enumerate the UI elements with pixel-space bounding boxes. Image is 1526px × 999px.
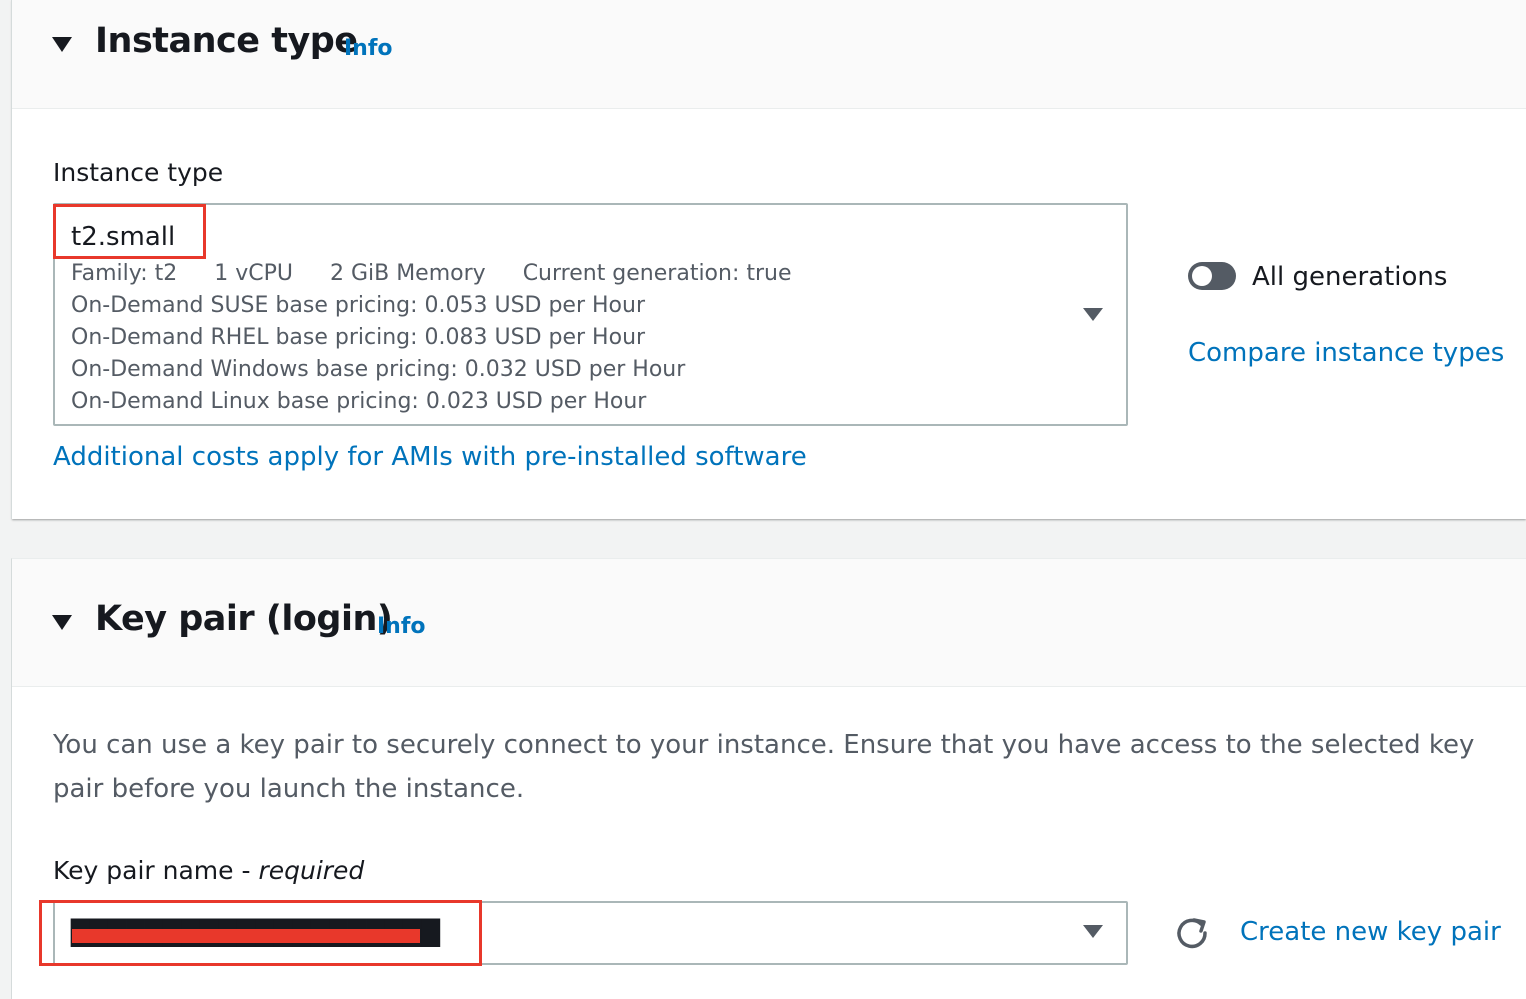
key-pair-description: You can use a key pair to securely conne… bbox=[53, 730, 1475, 804]
toggle-knob bbox=[1192, 266, 1212, 286]
required-indicator: required bbox=[258, 856, 365, 885]
pricing-rhel: On-Demand RHEL base pricing: 0.083 USD p… bbox=[71, 325, 646, 350]
instance-type-field-label: Instance type bbox=[53, 158, 224, 187]
instance-type-title: Instance type bbox=[95, 21, 358, 61]
instance-type-select[interactable]: t2.small Family: t2 1 vCPU 2 GiB Memory … bbox=[53, 203, 1128, 426]
pricing-linux: On-Demand Linux base pricing: 0.023 USD … bbox=[71, 389, 647, 414]
dropdown-arrow-icon[interactable] bbox=[1083, 308, 1103, 321]
pricing-suse: On-Demand SUSE base pricing: 0.053 USD p… bbox=[71, 293, 645, 318]
instance-type-header[interactable]: Instance type Info bbox=[12, 0, 1526, 109]
instance-current-generation: Current generation: true bbox=[522, 261, 792, 286]
instance-memory: 2 GiB Memory bbox=[329, 261, 486, 286]
instance-type-panel: Instance type Info Instance type t2.smal… bbox=[11, 0, 1526, 519]
key-pair-field-label: Key pair name - required bbox=[53, 856, 364, 885]
instance-specs: Family: t2 1 vCPU 2 GiB Memory Current g… bbox=[71, 261, 792, 286]
instance-vcpu: 1 vCPU bbox=[214, 261, 293, 286]
key-pair-panel: Key pair (login) Info You can use a key … bbox=[11, 558, 1526, 999]
all-generations-label: All generations bbox=[1252, 262, 1448, 292]
key-pair-title: Key pair (login) bbox=[95, 599, 393, 639]
all-generations-toggle[interactable] bbox=[1188, 262, 1236, 290]
caret-down-icon[interactable] bbox=[52, 615, 72, 630]
instance-type-info-link[interactable]: Info bbox=[344, 36, 393, 61]
annotation-highlight bbox=[53, 204, 206, 259]
compare-instance-types-link[interactable]: Compare instance types bbox=[1188, 338, 1504, 368]
instance-family: Family: t2 bbox=[71, 261, 178, 286]
refresh-icon[interactable] bbox=[1174, 915, 1210, 951]
annotation-highlight bbox=[39, 900, 482, 966]
additional-costs-link[interactable]: Additional costs apply for AMIs with pre… bbox=[53, 442, 807, 472]
dropdown-arrow-icon[interactable] bbox=[1083, 925, 1103, 938]
caret-down-icon[interactable] bbox=[52, 37, 72, 52]
key-pair-label-text: Key pair name - bbox=[53, 856, 251, 885]
key-pair-header[interactable]: Key pair (login) Info bbox=[12, 559, 1526, 687]
key-pair-info-link[interactable]: Info bbox=[377, 614, 426, 639]
create-new-key-pair-link[interactable]: Create new key pair bbox=[1240, 917, 1501, 947]
pricing-windows: On-Demand Windows base pricing: 0.032 US… bbox=[71, 357, 686, 382]
